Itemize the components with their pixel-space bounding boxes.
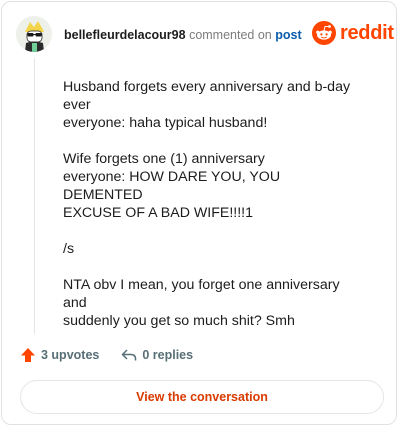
reddit-wordmark: reddit [340,21,394,44]
reply-arrow-icon [122,349,137,361]
user-avatar[interactable] [16,16,52,52]
commented-on-text: commented on [189,28,272,42]
comment-paragraph: Wife forgets one (1) anniversary everyon… [63,151,281,221]
post-link[interactable]: post [275,28,301,42]
comment-paragraph: NTA obv I mean, you forget one anniversa… [63,277,340,329]
view-conversation-button[interactable]: View the conversation [20,380,384,414]
upvote-button[interactable]: 3 upvotes [20,347,99,363]
view-conversation-label: View the conversation [136,390,268,404]
username-link[interactable]: bellefleurdelacour98 [64,28,186,42]
reddit-brand[interactable]: reddit [312,21,394,45]
comment-body: Husband forgets every anniversary and b-… [63,78,363,348]
thread-line [34,58,35,334]
replies-count: 0 replies [142,348,194,362]
avatar-illustration [16,16,52,52]
comment-header: bellefleurdelacour98 commented on post [64,28,302,42]
comment-embed-card: bellefleurdelacour98 commented on post r… [1,1,397,425]
comment-paragraph: /s [63,241,75,257]
replies-button[interactable]: 0 replies [121,347,193,363]
reddit-logo-icon [312,21,336,45]
comment-actions: 3 upvotes 0 replies [20,347,193,363]
upvote-count: 3 upvotes [41,348,100,362]
upvote-arrow-icon [21,348,35,362]
comment-paragraph: Husband forgets every anniversary and b-… [63,79,351,131]
